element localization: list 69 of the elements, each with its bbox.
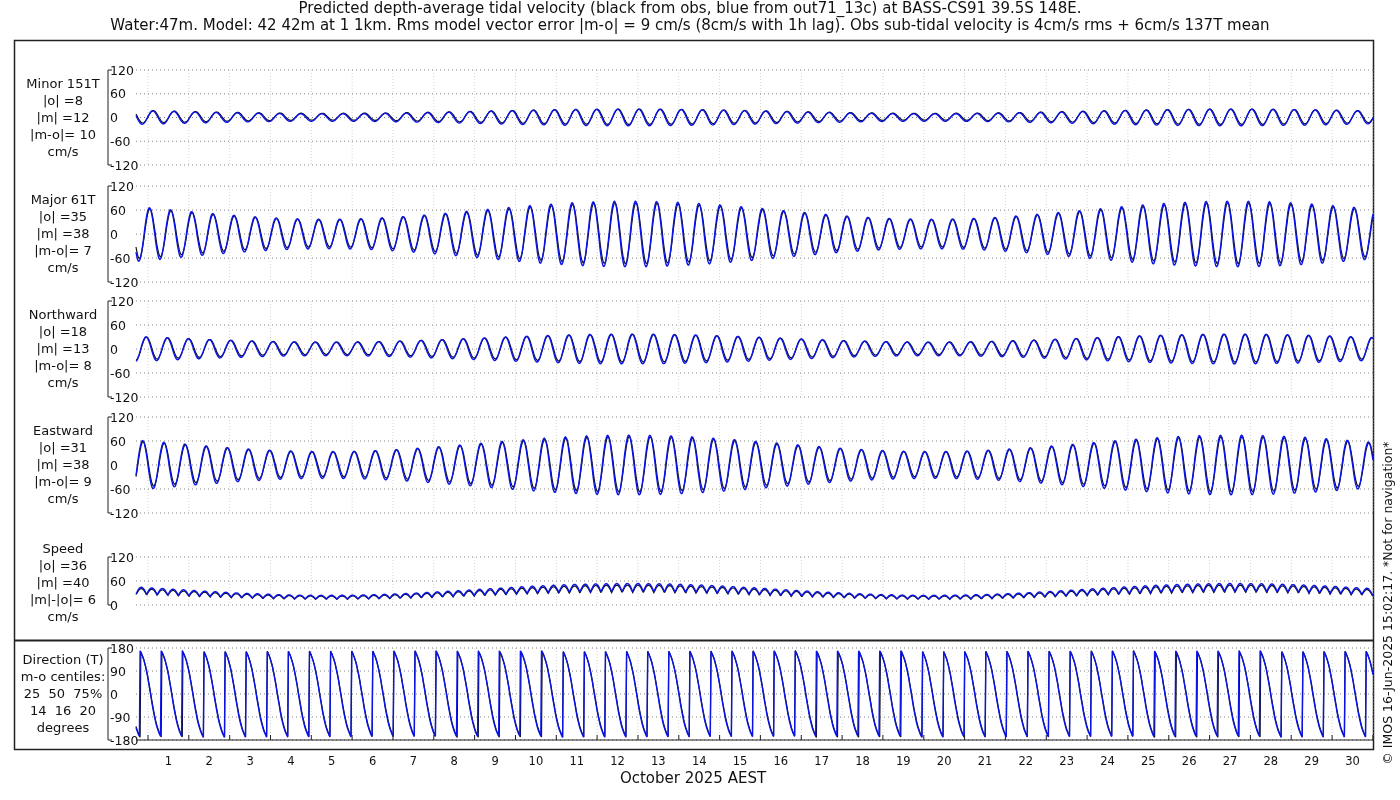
y-tick-label: -120 [110, 389, 139, 405]
y-tick-label: 180 [110, 640, 134, 656]
x-tick-label: 24 [1100, 754, 1115, 768]
y-tick-label: 60 [110, 202, 126, 218]
y-tick-label: 120 [110, 409, 134, 425]
credit-note: © IMOS 16-Jun-2025 15:02:17. *Not for navigation* [1380, 441, 1395, 765]
x-tick-label: 1 [164, 754, 173, 768]
x-tick-label: 9 [491, 754, 499, 768]
y-tick-label: 0 [110, 110, 118, 125]
y-tick-label: -180 [110, 732, 139, 748]
x-tick-label: 23 [1059, 754, 1074, 768]
y-tick-label: -60 [110, 481, 131, 497]
y-tick-label: 0 [110, 597, 118, 613]
x-tick-label: 30 [1345, 754, 1360, 768]
y-tick-label: 60 [110, 86, 126, 102]
y-tick-label: -90 [110, 709, 131, 725]
x-tick-label: 26 [1181, 754, 1197, 768]
x-tick-label: 27 [1222, 754, 1238, 768]
y-tick-label: 0 [110, 686, 118, 702]
x-tick-label: 17 [814, 754, 829, 768]
x-tick-label: 13 [651, 754, 666, 768]
x-tick-label: 28 [1263, 754, 1279, 768]
x-tick-label: 7 [409, 754, 418, 768]
x-tick-label: 15 [732, 754, 748, 768]
y-tick-label: 90 [110, 663, 126, 679]
x-tick-label: 11 [569, 754, 585, 768]
x-tick-label: 4 [287, 754, 295, 768]
y-tick-label: -120 [110, 157, 139, 173]
x-tick-label: 25 [1141, 754, 1156, 768]
x-tick-label: 12 [610, 754, 625, 768]
y-tick-label: 120 [110, 549, 134, 565]
y-axis [107, 556, 113, 606]
x-tick-label: 6 [368, 754, 377, 768]
y-tick-label: 0 [110, 341, 118, 357]
x-tick-label: 10 [528, 754, 544, 768]
x-tick-label: 3 [246, 754, 254, 768]
y-tick-label: -120 [110, 505, 139, 521]
panel-label: Northward |o| =18 |m| =13 |m-o|= 8 cm/s [28, 307, 98, 390]
y-tick-label: -120 [110, 274, 139, 290]
y-tick-label: 120 [110, 178, 134, 194]
x-tick-label: 20 [936, 754, 952, 768]
x-tick-label: 29 [1304, 754, 1319, 768]
x-tick-label: 18 [855, 754, 870, 768]
y-tick-label: -60 [110, 133, 131, 149]
y-tick-label: 60 [110, 433, 126, 449]
y-tick-label: 60 [110, 317, 126, 333]
y-tick-label: 0 [110, 457, 118, 473]
y-tick-label: -60 [110, 250, 131, 266]
y-tick-label: 0 [110, 226, 118, 242]
chart-title: Predicted depth-average tidal velocity (black from obs, blue from out71_13c) at BASS-CS91 39.5S 148E. [298, 0, 1082, 17]
x-tick-label: 16 [773, 754, 789, 768]
y-tick-label: 120 [110, 62, 134, 78]
x-tick-label: 19 [896, 754, 911, 768]
x-tick-label: 8 [450, 754, 458, 768]
y-tick-label: -60 [110, 365, 131, 381]
panel-label: Direction (T) m-o centiles: 25 50 75% 14 16 20 degrees [20, 652, 106, 735]
x-tick-label: 21 [977, 754, 993, 768]
panel-label: Eastward |o| =31 |m| =38 |m-o|= 9 cm/s [33, 423, 93, 506]
x-axis-label: October 2025 AEST [619, 769, 767, 787]
y-tick-label: 60 [110, 573, 126, 589]
panel-label: Major 61T |o| =35 |m| =38 |m-o|= 7 cm/s [30, 192, 96, 275]
x-tick-label: 2 [205, 754, 213, 768]
panel-label: Speed |o| =36 |m| =40 |m|-|o|= 6 cm/s [29, 541, 97, 624]
x-tick-label: 5 [328, 754, 336, 768]
x-tick-label: 22 [1018, 754, 1034, 768]
panel-label: Minor 151T |o| =8 |m| =12 |m-o|= 10 cm/s [26, 75, 100, 159]
x-tick-label: 14 [691, 754, 707, 768]
y-tick-label: 120 [110, 293, 134, 309]
chart-title: Water:47m. Model: 42 42m at 1 1km. Rms model vector error |m-o| = 9 cm/s (8cm/s with 1h lag). Obs sub-tidal velocity is 4cm/s rms + 6cm/s 137T mean [110, 16, 1270, 34]
